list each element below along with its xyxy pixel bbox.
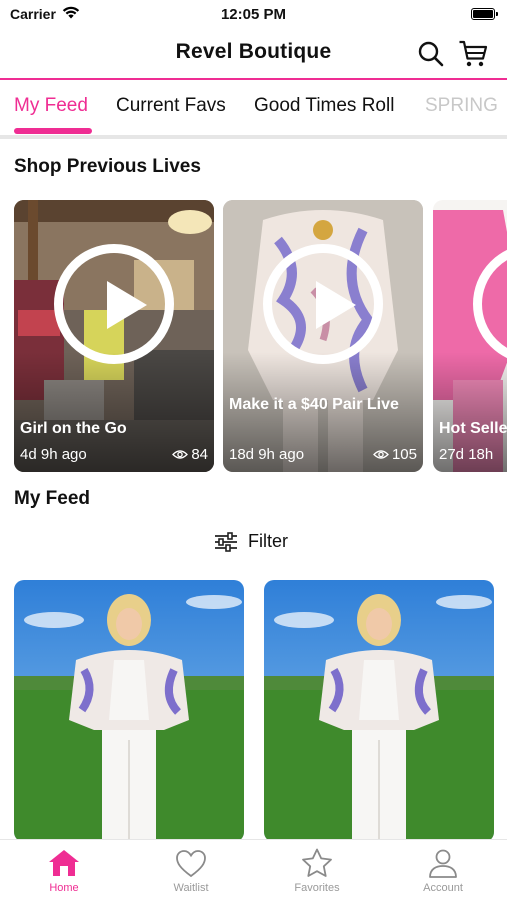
live-meta: 27d 18h [439, 446, 507, 463]
status-time: 12:05 PM [220, 6, 287, 23]
tabs-divider [0, 135, 507, 139]
tab-bar-label: Waitlist [173, 882, 209, 894]
previous-lives-carousel: Girl on the Go 4d 9h ago 84 Make it a $4… [14, 200, 507, 472]
live-age: 4d 9h ago [20, 446, 87, 463]
eye-icon [172, 450, 189, 459]
search-icon [418, 41, 444, 67]
app-header: Revel Boutique [0, 28, 507, 80]
play-icon [263, 244, 383, 364]
tab-good-times-roll[interactable]: Good Times Roll [254, 95, 394, 117]
tab-bar-label: Account [423, 882, 463, 894]
live-name: Girl on the Go [20, 420, 127, 437]
bottom-tab-bar: Home Waitlist Favorites Account [0, 839, 507, 900]
live-name: Make it a $40 Pair Live [229, 396, 399, 413]
home-icon [49, 850, 79, 876]
person-icon [429, 849, 457, 878]
product-image [264, 580, 494, 842]
tab-bar-home[interactable]: Home [19, 846, 109, 894]
view-count: 105 [373, 446, 417, 463]
live-age: 18d 9h ago [229, 446, 305, 463]
live-age: 27d 18h [439, 446, 494, 463]
filter-button[interactable]: Filter [214, 531, 288, 552]
tab-current-favs[interactable]: Current Favs [116, 95, 226, 117]
feed-item[interactable] [14, 580, 244, 842]
star-icon [302, 848, 332, 877]
previous-lives-title: Shop Previous Lives [14, 156, 201, 177]
live-card[interactable]: Hot Selle 27d 18h [433, 200, 507, 472]
play-icon [54, 244, 174, 364]
view-count: 84 [172, 446, 208, 463]
live-meta: 4d 9h ago 84 [20, 446, 208, 463]
tab-spring[interactable]: SPRING [425, 95, 498, 117]
heart-icon [176, 850, 206, 878]
product-image [14, 580, 244, 842]
cart-button[interactable] [457, 38, 489, 70]
feed-item[interactable] [264, 580, 494, 842]
live-meta: 18d 9h ago 105 [229, 446, 417, 463]
battery-icon [471, 8, 498, 20]
status-bar: Carrier 12:05 PM [0, 0, 507, 28]
feed-title: My Feed [14, 488, 91, 509]
cart-icon [459, 40, 488, 67]
tab-bar-favorites[interactable]: Favorites [272, 846, 362, 894]
live-card[interactable]: Girl on the Go 4d 9h ago 84 [14, 200, 214, 472]
tab-bar-label: Favorites [294, 882, 340, 894]
search-button[interactable] [415, 38, 447, 70]
sliders-icon [215, 531, 237, 552]
eye-icon [373, 450, 389, 459]
live-card[interactable]: Make it a $40 Pair Live 18d 9h ago 105 [223, 200, 423, 472]
filter-label: Filter [248, 531, 288, 551]
tab-bar-waitlist[interactable]: Waitlist [146, 846, 236, 894]
view-count-value: 105 [391, 446, 417, 463]
tab-bar-account[interactable]: Account [398, 846, 488, 894]
live-name: Hot Selle [439, 420, 507, 437]
category-tabs: My Feed Current Favs Good Times Roll SPR… [0, 82, 507, 136]
tab-bar-label: Home [49, 882, 79, 894]
tab-my-feed[interactable]: My Feed [14, 95, 88, 117]
view-count-value: 84 [191, 446, 208, 463]
active-tab-indicator [14, 128, 92, 134]
